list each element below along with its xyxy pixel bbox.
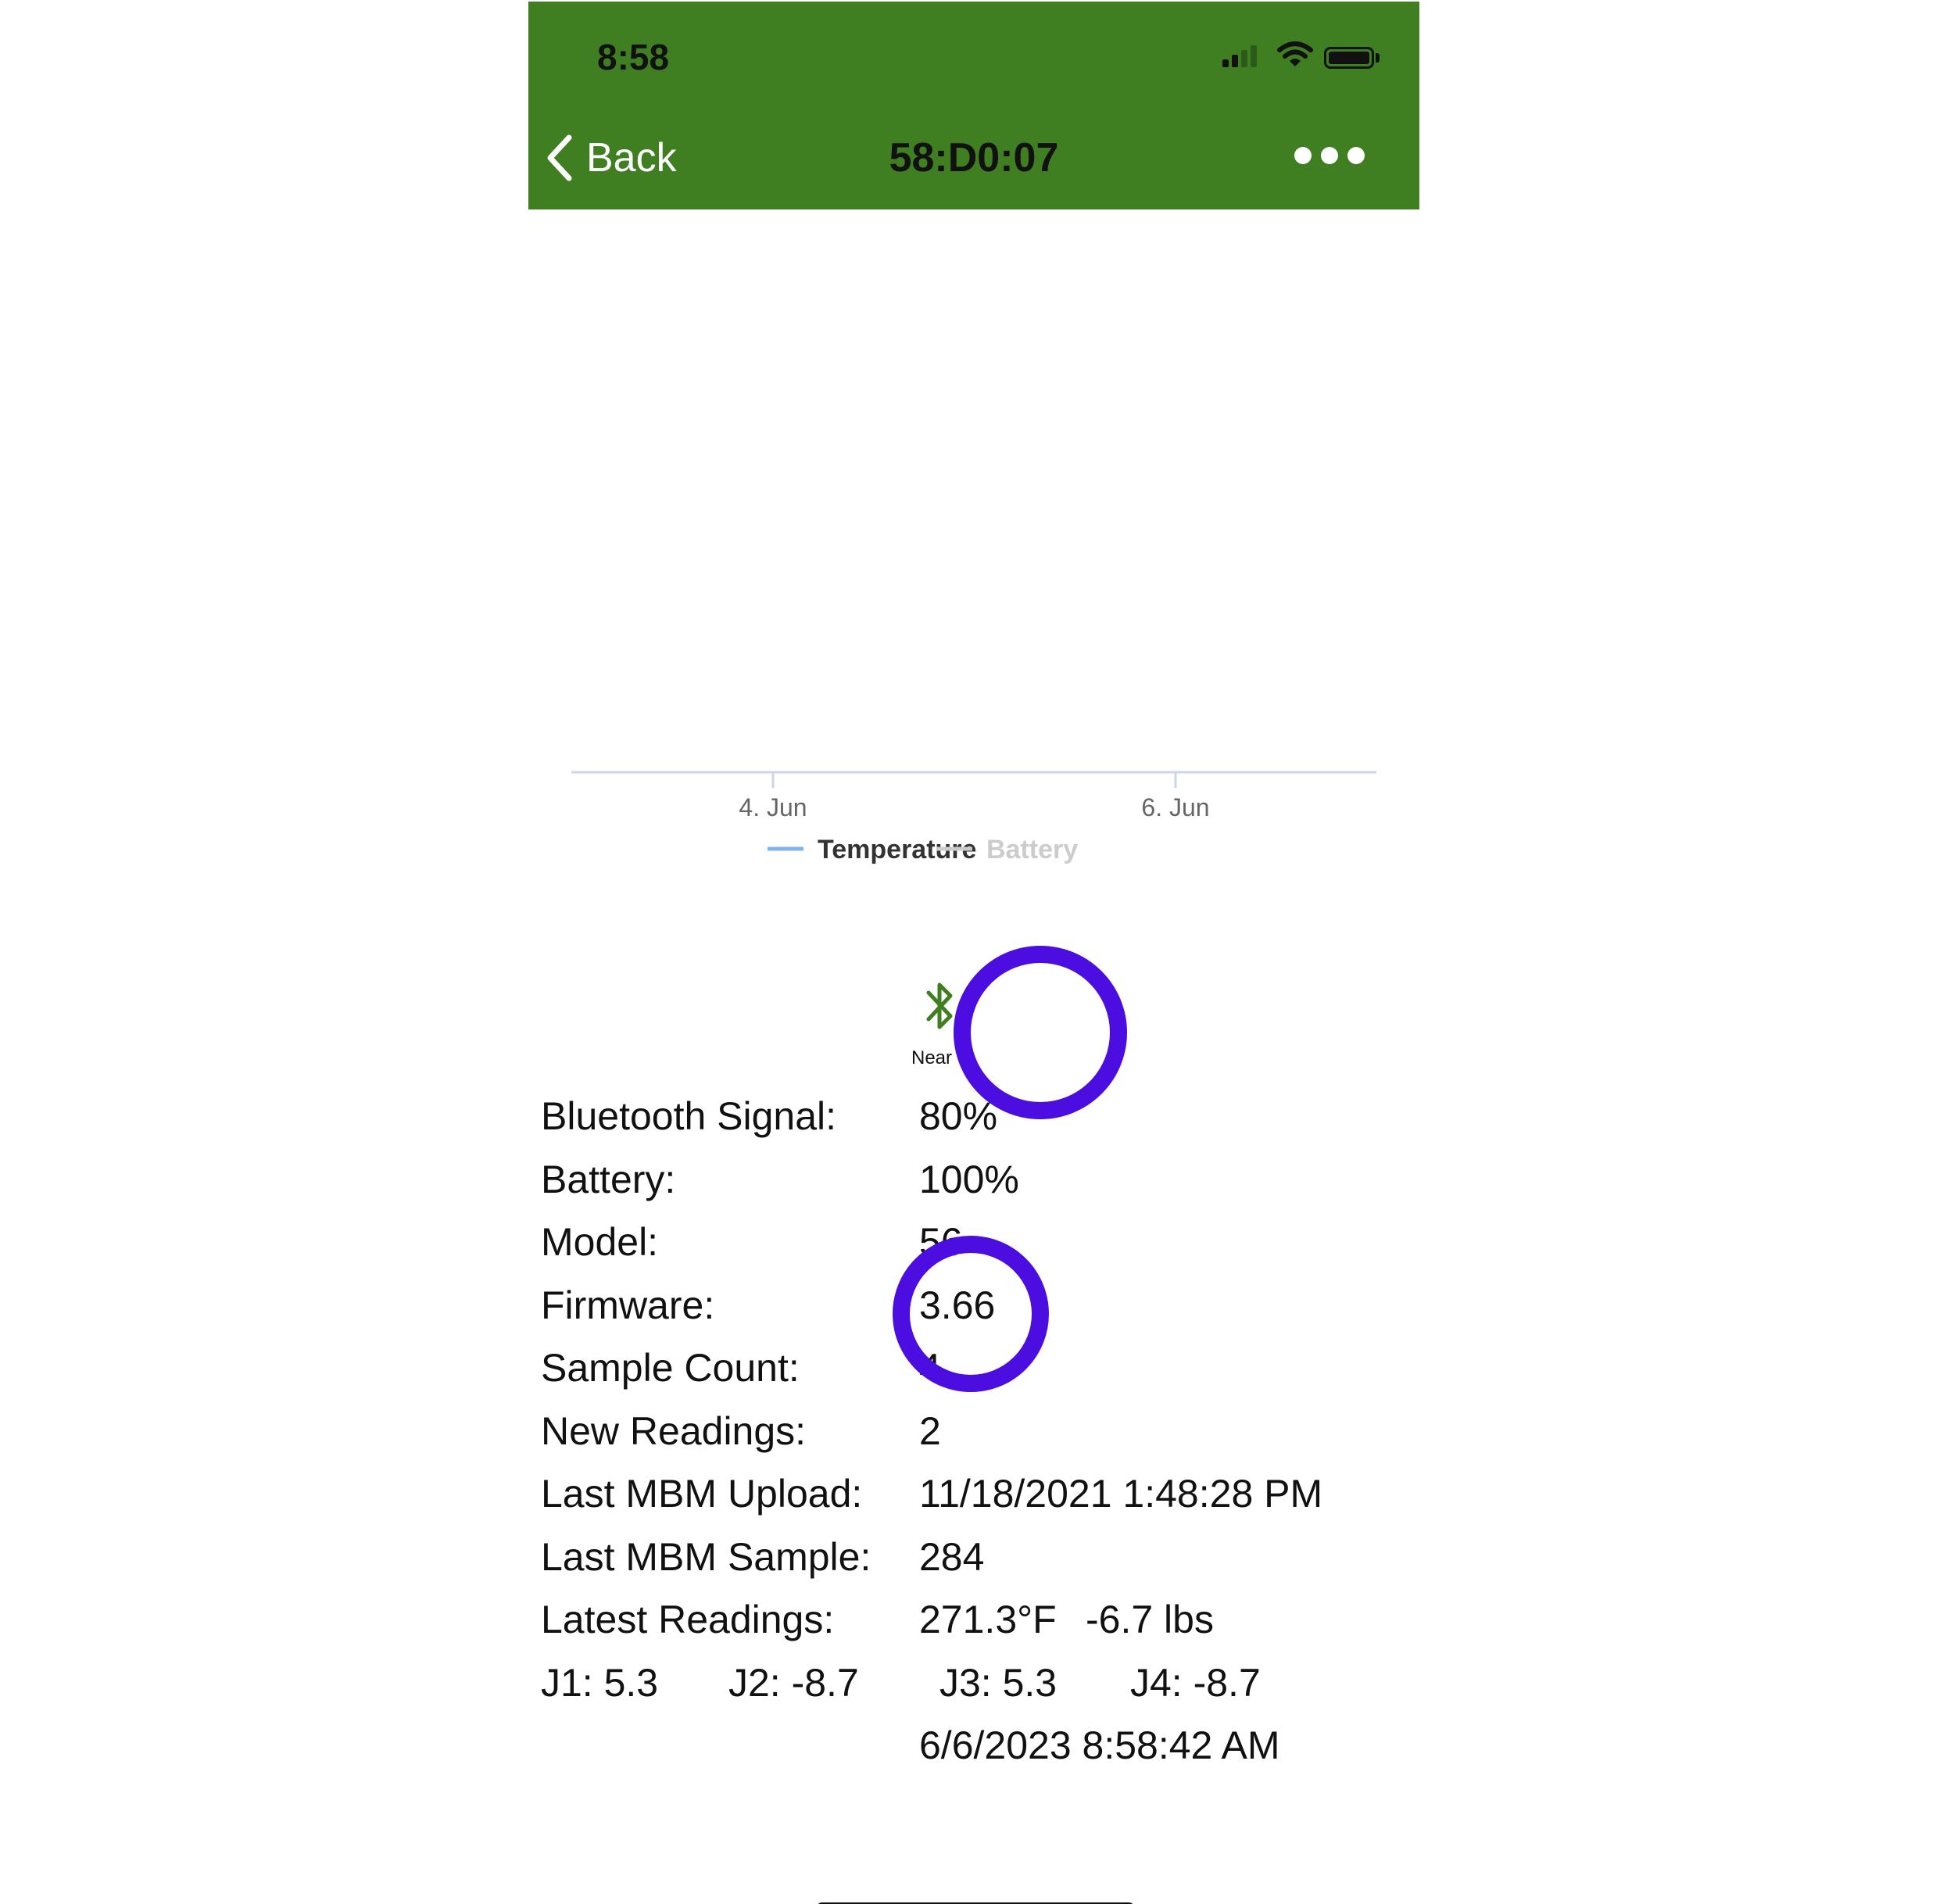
signal-bar-4	[1251, 45, 1257, 67]
detail-label: Battery:	[541, 1157, 676, 1201]
detail-row-battery: Battery: 100%	[541, 1148, 1408, 1211]
signal-bar-3	[1241, 50, 1247, 67]
phone-screen: 8:58 Back 58:D0:07 4. Jun 6. Jun Tempera…	[528, 2, 1419, 1904]
signal-icon	[1222, 59, 1229, 67]
more-button[interactable]	[1294, 147, 1365, 164]
detail-value-temperature: 271.3°F	[919, 1598, 1057, 1641]
reading-timestamp: 6/6/2023 8:58:42 AM	[919, 1723, 1280, 1767]
detail-label: Model:	[541, 1220, 659, 1264]
details-list: Bluetooth Signal: 80% Battery: 100% Mode…	[541, 1085, 1408, 1777]
legend-item-battery: Battery	[986, 835, 1078, 864]
header: 8:58 Back 58:D0:07	[528, 2, 1419, 209]
detail-value: 11/18/2021 1:48:28 PM	[919, 1472, 1323, 1516]
detail-value: 4	[919, 1346, 941, 1390]
detail-value-weight: -6.7 lbs	[1086, 1598, 1214, 1641]
detail-row-new-readings: New Readings: 2	[541, 1400, 1408, 1463]
junction-value: J2: -8.7	[728, 1660, 859, 1705]
detail-row-sample-count: Sample Count: 4	[541, 1337, 1408, 1400]
bluetooth-icon	[926, 982, 953, 1029]
detail-row-timestamp: 6/6/2023 8:58:42 AM	[541, 1714, 1408, 1777]
detail-value: 80%	[919, 1094, 998, 1138]
detail-row-model: Model: 56	[541, 1211, 1408, 1274]
ellipsis-dot	[1321, 147, 1338, 164]
battery-icon	[1324, 47, 1374, 69]
history-chart[interactable]: 4. Jun 6. Jun Temperature Battery	[528, 209, 1419, 913]
battery-fill	[1329, 52, 1369, 64]
x-tick-label: 4. Jun	[739, 793, 807, 821]
detail-label: New Readings:	[541, 1408, 807, 1453]
detail-row-bluetooth-signal: Bluetooth Signal: 80%	[541, 1085, 1408, 1148]
detail-label: Last MBM Upload:	[541, 1472, 863, 1516]
device-status: Near	[528, 946, 1419, 1119]
detail-row-firmware: Firmware: 3.66	[541, 1274, 1408, 1337]
detail-value: 100%	[919, 1157, 1019, 1201]
page-title: 58:D0:07	[889, 135, 1059, 181]
detail-row-last-mbm-sample: Last MBM Sample: 284	[541, 1526, 1408, 1589]
ellipsis-icon	[1294, 147, 1312, 164]
detail-label: Last MBM Sample:	[541, 1534, 871, 1579]
junction-value: J1: 5.3	[541, 1660, 659, 1705]
x-tick-label: 6. Jun	[1141, 793, 1209, 821]
detail-row-junctions: J1: 5.3 J2: -8.7 J3: 5.3 J4: -8.7	[541, 1652, 1408, 1715]
battery-tip	[1376, 53, 1380, 63]
signal-bar-2	[1232, 55, 1238, 67]
detail-label: Firmware:	[541, 1283, 715, 1327]
detail-label: Bluetooth Signal:	[541, 1094, 837, 1138]
junction-value: J4: -8.7	[1130, 1660, 1261, 1705]
detail-value: 284	[919, 1534, 985, 1579]
status-icons	[1222, 41, 1387, 72]
detail-value: 56	[919, 1220, 963, 1264]
detail-row-latest-readings: Latest Readings: 271.3°F -6.7 lbs	[541, 1588, 1408, 1652]
detail-row-last-mbm-upload: Last MBM Upload: 11/18/2021 1:48:28 PM	[541, 1462, 1408, 1526]
status-time: 8:58	[597, 37, 670, 77]
detail-value: 3.66	[919, 1283, 996, 1327]
detail-value: 2	[919, 1408, 941, 1453]
detail-label: Latest Readings:	[541, 1598, 835, 1641]
junction-value: J3: 5.3	[939, 1660, 1058, 1705]
proximity-label: Near	[911, 1047, 953, 1068]
wifi-icon	[1277, 41, 1313, 66]
chart-svg: 4. Jun 6. JunTemperature Battery	[571, 771, 1376, 864]
detail-label: Sample Count:	[541, 1346, 800, 1390]
ellipsis-dot	[1347, 147, 1365, 164]
